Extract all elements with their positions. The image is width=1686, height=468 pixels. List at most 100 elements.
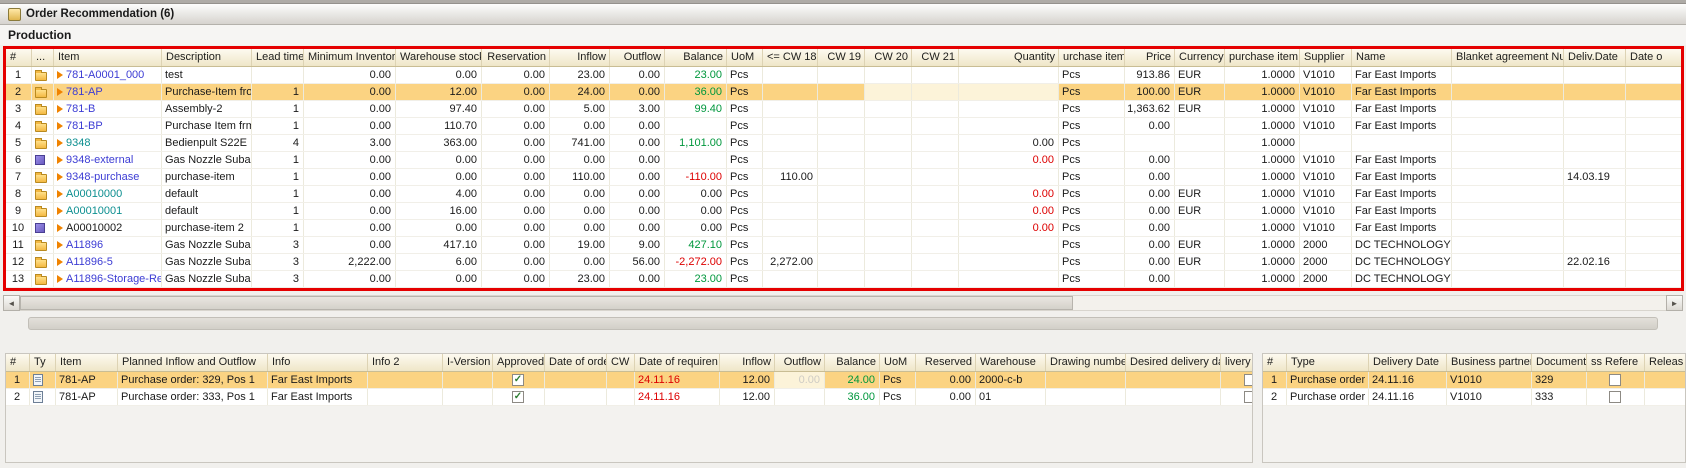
column-header-type[interactable]: Type xyxy=(1287,354,1369,371)
column-header-description[interactable]: Description xyxy=(162,49,252,66)
link-arrow-icon[interactable] xyxy=(57,224,63,232)
item-link[interactable]: 9348-purchase xyxy=(66,171,139,183)
column-header-balance[interactable]: Balance xyxy=(825,354,880,371)
column-header-drawing-number[interactable]: Drawing number xyxy=(1046,354,1126,371)
checkbox[interactable] xyxy=(1244,391,1252,403)
column-header-reservation[interactable]: Reservation xyxy=(482,49,550,66)
item-link[interactable]: A00010002 xyxy=(66,222,122,234)
column-header-balance[interactable]: Balance xyxy=(665,49,727,66)
column-header-releas[interactable]: Releas xyxy=(1645,354,1685,371)
column-header-deliv-date[interactable]: Deliv.Date xyxy=(1564,49,1626,66)
column-header-urchase-item-uom-pu[interactable]: urchase item UoM pu xyxy=(1059,49,1125,66)
table-row[interactable]: 2Purchase order24.11.16V1010333 xyxy=(1263,389,1685,406)
item-link[interactable]: A00010000 xyxy=(66,188,122,200)
column-header-cw-20[interactable]: CW 20 xyxy=(865,49,912,66)
link-arrow-icon[interactable] xyxy=(57,258,63,266)
table-row[interactable]: 13A11896-Storage-RelaGas Nozzle Subass30… xyxy=(6,271,1681,288)
column-header-approved[interactable]: Approved xyxy=(493,354,545,371)
column-header-col[interactable]: ... xyxy=(32,49,54,66)
checkbox[interactable] xyxy=(1244,374,1252,386)
table-row[interactable]: 3781-BAssembly-210.0097.400.005.003.0099… xyxy=(6,101,1681,118)
column-header-lead-time[interactable]: Lead time xyxy=(252,49,304,66)
checkbox[interactable] xyxy=(1609,391,1621,403)
column-header-date-o[interactable]: Date o xyxy=(1626,49,1681,66)
link-arrow-icon[interactable] xyxy=(57,105,63,113)
item-link[interactable]: A11896 xyxy=(66,239,103,251)
column-header-outflow[interactable]: Outflow xyxy=(775,354,825,371)
column-header-minimum-inventory[interactable]: Minimum Inventory xyxy=(304,49,396,66)
column-header-cw-18[interactable]: <= CW 18 xyxy=(763,49,818,66)
column-header-date-of-requiren[interactable]: Date of requiren xyxy=(635,354,720,371)
item-link[interactable]: 781-AP xyxy=(66,86,103,98)
item-link[interactable]: 9348-external xyxy=(66,154,133,166)
table-row[interactable]: 12A11896-5Gas Nozzle Subass32,222.006.00… xyxy=(6,254,1681,271)
table-row[interactable]: 11A11896Gas Nozzle Subass30.00417.100.00… xyxy=(6,237,1681,254)
column-header-purchase-item-unit[interactable]: purchase item Unit xyxy=(1225,49,1300,66)
column-header-uom[interactable]: UoM xyxy=(727,49,763,66)
table-row[interactable]: 10A00010002purchase-item 210.000.000.000… xyxy=(6,220,1681,237)
column-header-outflow[interactable]: Outflow xyxy=(610,49,665,66)
table-row[interactable]: 2781-APPurchase-Item fro10.0012.000.0024… xyxy=(6,84,1681,101)
item-link[interactable]: A00010001 xyxy=(66,205,122,217)
table-row[interactable]: 59348Bedienpult S22E43.00363.000.00741.0… xyxy=(6,135,1681,152)
column-header-item[interactable]: Item xyxy=(56,354,118,371)
link-arrow-icon[interactable] xyxy=(57,88,63,96)
link-arrow-icon[interactable] xyxy=(57,139,63,147)
column-header-col[interactable]: # xyxy=(6,49,32,66)
scroll-left-button[interactable]: ◄ xyxy=(3,295,20,311)
column-header-ty[interactable]: Ty xyxy=(30,354,56,371)
item-link[interactable]: 781-A0001_000 xyxy=(66,69,144,81)
link-arrow-icon[interactable] xyxy=(57,241,63,249)
item-link[interactable]: 9348 xyxy=(66,137,90,149)
column-header-business-partner[interactable]: Business partner xyxy=(1447,354,1532,371)
checkbox[interactable] xyxy=(1609,374,1621,386)
splitter-bar[interactable] xyxy=(28,317,1658,330)
column-header-warehouse[interactable]: Warehouse xyxy=(976,354,1046,371)
item-link[interactable]: A11896-5 xyxy=(66,256,113,268)
column-header-quantity[interactable]: Quantity xyxy=(959,49,1059,66)
column-header-warehouse-stock[interactable]: Warehouse stock xyxy=(396,49,482,66)
column-header-name[interactable]: Name xyxy=(1352,49,1452,66)
column-header-reserved[interactable]: Reserved xyxy=(916,354,976,371)
column-header-delivery-date[interactable]: Delivery Date xyxy=(1369,354,1447,371)
link-arrow-icon[interactable] xyxy=(57,156,63,164)
table-row[interactable]: 4781-BPPurchase Item frm10.00110.700.000… xyxy=(6,118,1681,135)
column-header-inflow[interactable]: Inflow xyxy=(550,49,610,66)
horizontal-scrollbar[interactable]: ◄ ► xyxy=(3,295,1683,311)
table-row[interactable]: 1781-APPurchase order: 329, Pos 1Far Eas… xyxy=(6,372,1252,389)
column-header-date-of-order[interactable]: Date of order xyxy=(545,354,607,371)
checkbox[interactable]: ✓ xyxy=(512,391,524,403)
item-link[interactable]: A11896-Storage-Rela xyxy=(66,273,162,285)
table-row[interactable]: 9A00010001default10.0016.000.000.000.000… xyxy=(6,203,1681,220)
link-arrow-icon[interactable] xyxy=(57,173,63,181)
column-header-uom[interactable]: UoM xyxy=(880,354,916,371)
column-header-item[interactable]: Item xyxy=(54,49,162,66)
column-header-desired-delivery-date[interactable]: Desired delivery date xyxy=(1126,354,1221,371)
table-row[interactable]: 2781-APPurchase order: 333, Pos 1Far Eas… xyxy=(6,389,1252,406)
scrollbar-thumb[interactable] xyxy=(20,296,1073,310)
link-arrow-icon[interactable] xyxy=(57,122,63,130)
table-row[interactable]: 79348-purchasepurchase-item10.000.000.00… xyxy=(6,169,1681,186)
link-arrow-icon[interactable] xyxy=(57,275,63,283)
window-titlebar[interactable]: Order Recommendation (6) xyxy=(0,3,1686,25)
column-header-cw[interactable]: CW xyxy=(607,354,635,371)
column-header-col[interactable]: # xyxy=(1263,354,1287,371)
column-header-col[interactable]: # xyxy=(6,354,30,371)
column-header-planned-inflow-and-outflow[interactable]: Planned Inflow and Outflow xyxy=(118,354,268,371)
column-header-price[interactable]: Price xyxy=(1125,49,1175,66)
item-link[interactable]: 781-B xyxy=(66,103,95,115)
scrollbar-track[interactable] xyxy=(20,295,1666,311)
table-row[interactable]: 8A00010000default10.004.000.000.000.000.… xyxy=(6,186,1681,203)
column-header-inflow[interactable]: Inflow xyxy=(720,354,775,371)
table-row[interactable]: 1781-A0001_000test0.000.000.0023.000.002… xyxy=(6,67,1681,84)
column-header-livery-date-c[interactable]: livery Date C xyxy=(1221,354,1252,371)
column-header-supplier[interactable]: Supplier xyxy=(1300,49,1352,66)
column-header-cw-21[interactable]: CW 21 xyxy=(912,49,959,66)
table-row[interactable]: 69348-externalGas Nozzle Subass10.000.00… xyxy=(6,152,1681,169)
column-header-info[interactable]: Info xyxy=(268,354,368,371)
column-header-currency[interactable]: Currency xyxy=(1175,49,1225,66)
link-arrow-icon[interactable] xyxy=(57,71,63,79)
column-header-cw-19[interactable]: CW 19 xyxy=(818,49,865,66)
item-link[interactable]: 781-BP xyxy=(66,120,103,132)
column-header-ss-refere[interactable]: ss Refere xyxy=(1587,354,1645,371)
